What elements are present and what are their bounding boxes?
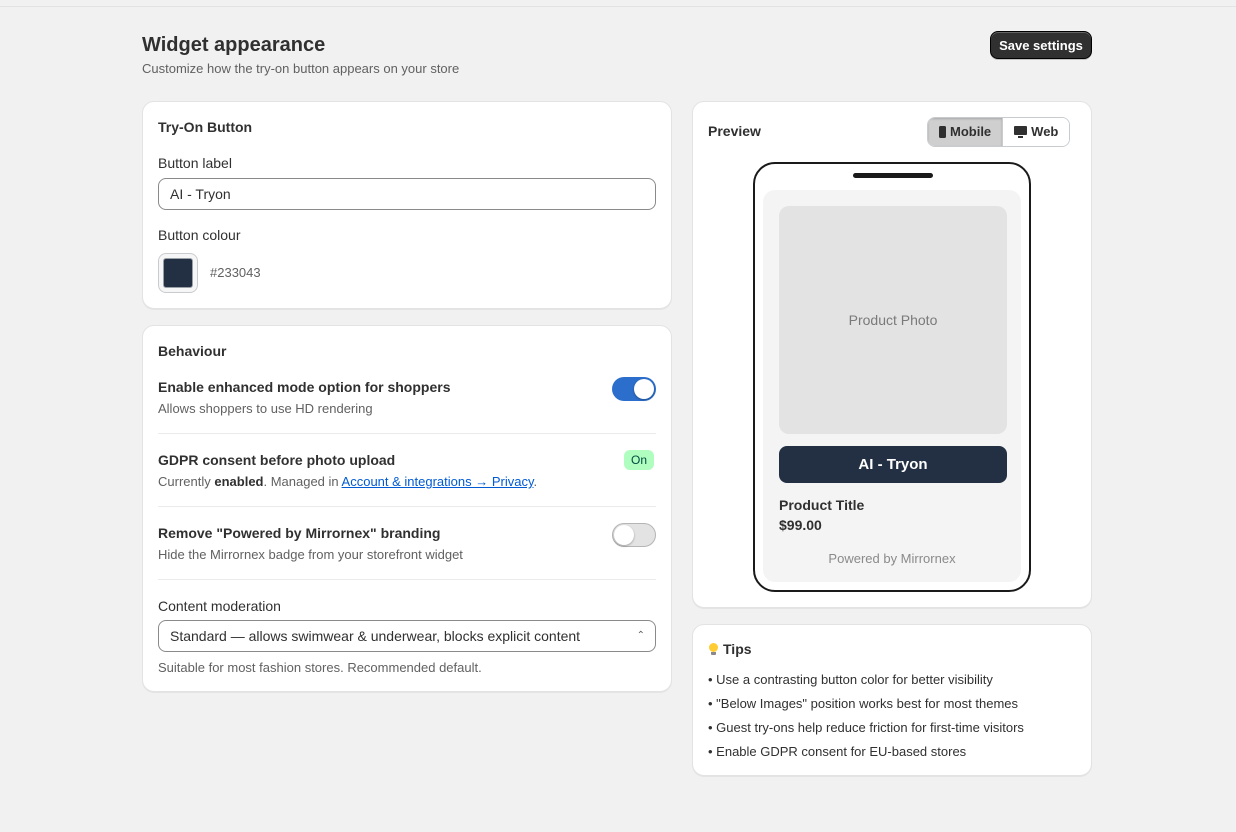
toggle-knob	[634, 379, 654, 399]
behaviour-card-title: Behaviour	[158, 343, 227, 359]
content-moderation-select[interactable]: Standard — allows swimwear & underwear, …	[158, 620, 656, 652]
tips-header: Tips	[708, 641, 752, 657]
preview-card-title: Preview	[708, 123, 761, 139]
device-toggle: Mobile Web	[927, 117, 1071, 147]
tip-item: • Enable GDPR consent for EU-based store…	[708, 744, 967, 759]
colour-swatch-button[interactable]	[158, 253, 198, 293]
gdpr-desc-middle: . Managed in	[263, 474, 342, 489]
content-moderation-help: Suitable for most fashion stores. Recomm…	[158, 660, 482, 675]
powered-by-badge: Powered by Mirrornex	[828, 551, 956, 566]
save-settings-button[interactable]: Save settings	[990, 31, 1092, 59]
enhanced-mode-description: Allows shoppers to use HD rendering	[158, 401, 373, 416]
tab-mobile-label: Mobile	[950, 124, 992, 139]
toggle-knob	[614, 525, 634, 545]
tab-web-label: Web	[1031, 124, 1059, 139]
colour-hex-value: #233043	[210, 265, 261, 280]
tip-item: • Use a contrasting button color for bet…	[708, 672, 993, 687]
branding-title: Remove "Powered by Mirrornex" branding	[158, 525, 441, 541]
phone-notch	[853, 173, 933, 178]
behaviour-card: Behaviour Enable enhanced mode option fo…	[142, 325, 672, 692]
content-moderation-label: Content moderation	[158, 598, 281, 614]
mobile-icon	[939, 126, 946, 138]
preview-tryon-button[interactable]: AI - Tryon	[779, 446, 1007, 483]
divider	[158, 506, 656, 507]
divider	[158, 433, 656, 434]
gdpr-desc-suffix: .	[533, 474, 538, 489]
select-chevron-icon: ⌃︎	[636, 630, 645, 641]
product-photo-placeholder: Product Photo	[779, 206, 1007, 434]
button-colour-label: Button colour	[158, 227, 241, 243]
product-title: Product Title	[779, 497, 865, 513]
try-on-button-card: Try-On Button Button label AI - Tryon Bu…	[142, 101, 672, 309]
gdpr-status-badge: On	[624, 450, 655, 470]
page-title: Widget appearance	[142, 34, 326, 56]
tips-card: Tips • Use a contrasting button color fo…	[692, 624, 1092, 776]
lightbulb-icon	[708, 642, 719, 656]
gdpr-desc-prefix: Currently	[158, 474, 215, 489]
tab-web[interactable]: Web	[1002, 118, 1070, 146]
branding-toggle[interactable]	[612, 523, 656, 547]
button-label-input[interactable]: AI - Tryon	[158, 178, 656, 210]
top-divider	[0, 6, 1236, 7]
phone-preview-frame: Product Photo AI - Tryon Product Title $…	[753, 162, 1031, 592]
colour-swatch-fill	[163, 258, 193, 288]
page-subtitle: Customize how the try-on button appears …	[142, 61, 460, 76]
try-on-button-card-title: Try-On Button	[158, 119, 253, 135]
content-moderation-selected: Standard — allows swimwear & underwear, …	[170, 628, 581, 644]
tab-mobile[interactable]: Mobile	[928, 118, 1003, 146]
tip-item: • "Below Images" position works best for…	[708, 696, 1019, 711]
preview-card: Preview Mobile Web Product Photo AI - Tr…	[692, 101, 1092, 608]
gdpr-desc-state: enabled	[214, 474, 264, 489]
monitor-icon	[1014, 126, 1028, 138]
tips-title: Tips	[723, 641, 752, 657]
button-label-field-label: Button label	[158, 155, 232, 171]
gdpr-consent-title: GDPR consent before photo upload	[158, 452, 396, 468]
product-price: $99.00	[779, 517, 822, 533]
product-photo-label: Product Photo	[848, 312, 938, 328]
gdpr-consent-description: Currently enabled. Managed in Account & …	[158, 474, 537, 489]
enhanced-mode-toggle[interactable]	[612, 377, 656, 401]
privacy-settings-link[interactable]: Account & integrations → Privacy	[342, 474, 534, 489]
branding-description: Hide the Mirrornex badge from your store…	[158, 547, 463, 562]
tip-item: • Guest try-ons help reduce friction for…	[708, 720, 1024, 735]
phone-screen: Product Photo AI - Tryon Product Title $…	[763, 190, 1021, 582]
enhanced-mode-title: Enable enhanced mode option for shoppers	[158, 379, 451, 395]
divider	[158, 579, 656, 580]
